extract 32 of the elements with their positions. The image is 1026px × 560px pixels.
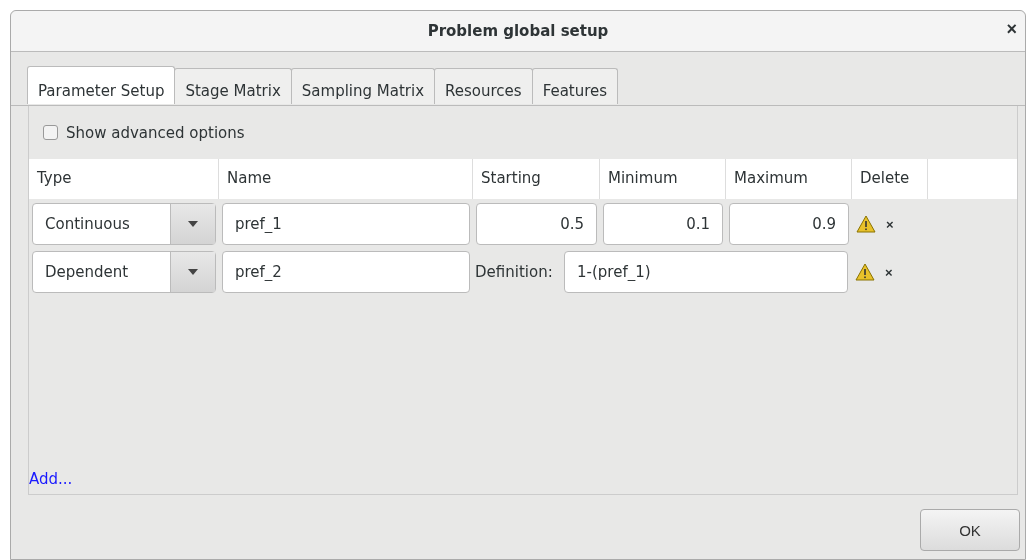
column-header: Name [219, 159, 473, 199]
add-link[interactable]: Add... [29, 470, 73, 488]
checkbox[interactable] [43, 125, 58, 140]
text-field[interactable]: 1-(pref_1) [564, 251, 848, 293]
caret-icon [188, 221, 198, 227]
text-field[interactable]: pref_1 [222, 203, 470, 245]
tab[interactable]: Parameter Setup [27, 66, 176, 104]
ok-button[interactable]: OK [920, 509, 1020, 551]
definition-label: Definition: [474, 263, 554, 281]
text-field[interactable]: 0.1 [603, 203, 723, 245]
column-header: Delete [852, 159, 928, 199]
column-header: Starting [473, 159, 600, 199]
column-header: Maximum [726, 159, 852, 199]
type-dropdown[interactable]: Continuous [32, 203, 216, 245]
type-dropdown[interactable]: Dependent [32, 251, 216, 293]
text-field[interactable]: 0.9 [729, 203, 849, 245]
window-title: Problem global setup [427, 22, 609, 40]
warning-icon [855, 263, 875, 281]
tab[interactable]: Stage Matrix [174, 68, 292, 104]
text-field[interactable]: 0.5 [476, 203, 597, 245]
delete-button[interactable]: × [883, 264, 895, 280]
delete-button[interactable]: × [884, 216, 896, 232]
close-button[interactable]: × [1002, 19, 1021, 40]
text-field[interactable]: pref_2 [222, 251, 470, 293]
column-header: Minimum [600, 159, 726, 199]
warning-icon [856, 215, 876, 233]
tab[interactable]: Resources [434, 68, 533, 104]
tab[interactable]: Sampling Matrix [290, 68, 436, 104]
column-header: Type [29, 159, 219, 199]
checkbox-label: Show advanced options [66, 123, 245, 142]
tab[interactable]: Features [531, 68, 619, 104]
caret-icon [188, 269, 198, 275]
